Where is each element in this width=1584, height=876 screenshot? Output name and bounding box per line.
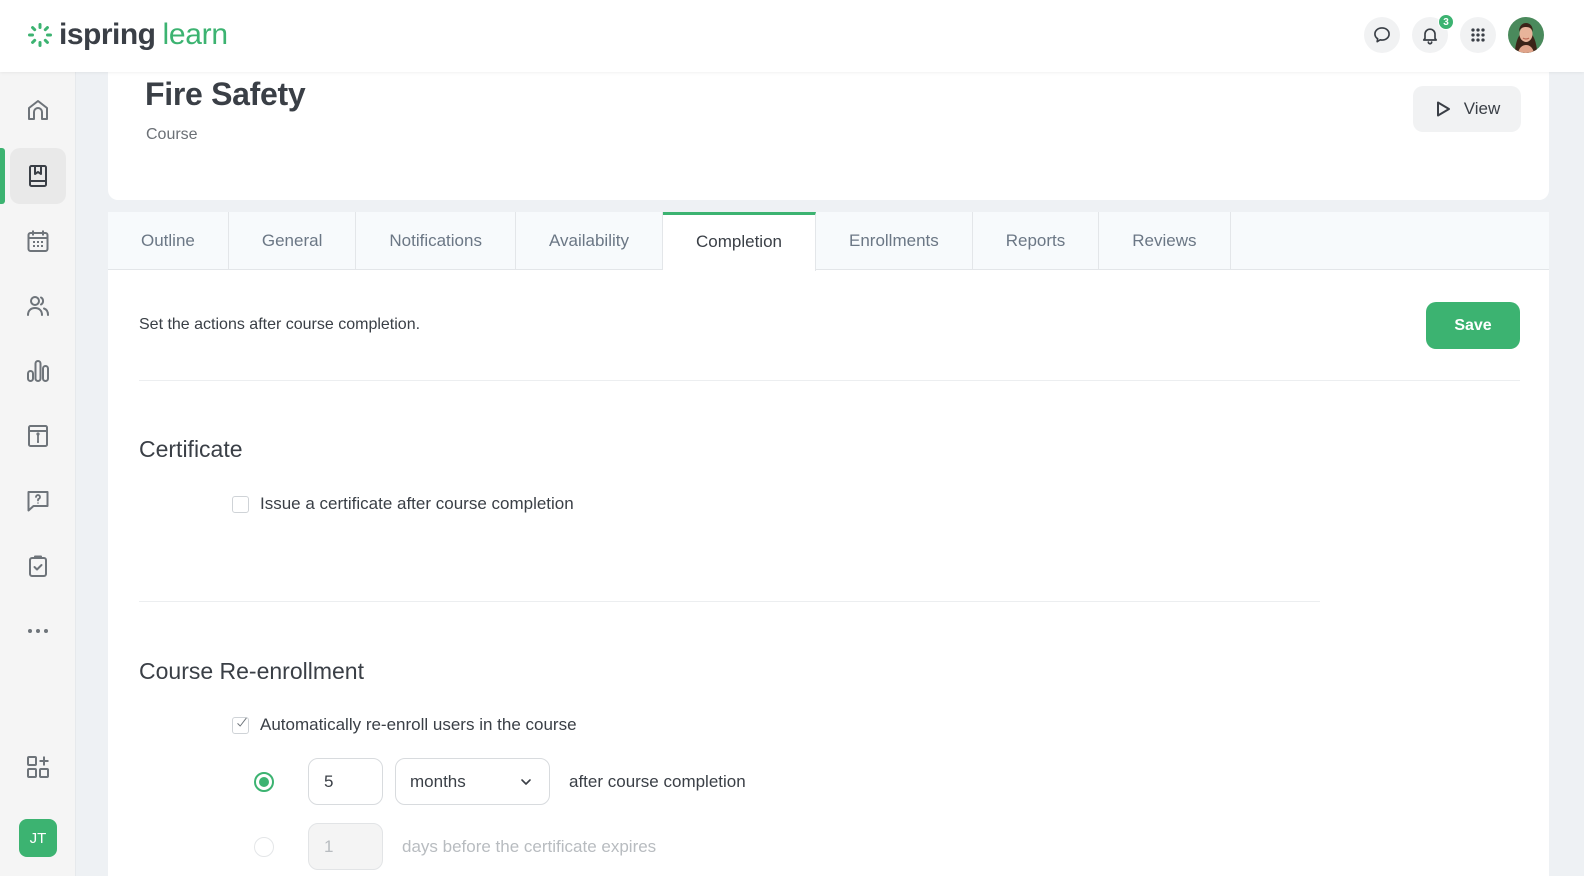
active-indicator [0, 148, 5, 204]
question-chat-icon [27, 491, 49, 512]
reenroll-unit-select[interactable]: months [395, 758, 550, 805]
certificate-section-title: Certificate [139, 436, 243, 462]
add-apps-icon [27, 756, 49, 778]
top-actions: 3 [1352, 14, 1544, 53]
reenroll-unit-value: months [410, 771, 466, 791]
sidebar-item-more[interactable] [10, 603, 66, 659]
reenroll-interval-input[interactable] [308, 758, 383, 805]
reenroll-before-expiry-label: days before the certificate expires [402, 836, 657, 856]
tab-reports[interactable]: Reports [973, 212, 1100, 270]
course-header-card: Fire Safety Course View [108, 60, 1549, 200]
bell-icon [1422, 28, 1438, 45]
divider [139, 601, 1320, 602]
reenroll-before-expiry-radio[interactable] [254, 836, 274, 857]
tab-general[interactable]: General [229, 212, 357, 270]
reenroll-after-completion-row: months after course completion [254, 758, 746, 805]
tab-completion[interactable]: Completion [662, 212, 816, 271]
notifications-count-badge: 3 [1438, 14, 1454, 30]
tab-notifications[interactable]: Notifications [356, 212, 516, 270]
view-button-label: View [1463, 99, 1501, 118]
course-tabs: Outline General Notifications Availabili… [108, 212, 1549, 271]
issue-certificate-row: Issue a certificate after course complet… [232, 494, 574, 514]
add-apps-button[interactable] [10, 739, 66, 795]
clipboard-check-icon [29, 555, 47, 577]
divider [139, 380, 1520, 381]
more-dots-icon [28, 629, 48, 633]
chat-button[interactable] [1364, 17, 1400, 53]
sidebar-item-reports[interactable] [10, 343, 66, 399]
top-bar: ispring learn 3 [0, 0, 1584, 72]
sidebar-item-calendar[interactable] [10, 213, 66, 269]
chevron-down-icon [521, 778, 531, 785]
ispring-logo-icon [28, 23, 52, 47]
play-icon [1436, 101, 1450, 117]
user-avatar[interactable] [1508, 17, 1544, 53]
notifications-button[interactable]: 3 [1412, 14, 1454, 53]
sidebar-item-assignments[interactable] [10, 538, 66, 594]
sidebar-nav: JT [0, 72, 76, 876]
grid-dots-icon [1471, 28, 1485, 42]
tab-outline[interactable]: Outline [108, 212, 229, 270]
tab-enrollments[interactable]: Enrollments [816, 212, 973, 270]
reenrollment-section-title: Course Re-enrollment [139, 658, 364, 684]
book-icon [29, 165, 47, 187]
page-scrollbar-track[interactable] [1549, 72, 1584, 876]
sidebar-item-questions[interactable] [10, 473, 66, 529]
reenroll-after-completion-radio[interactable] [254, 771, 274, 792]
view-button[interactable]: View [1413, 86, 1521, 132]
apps-menu-button[interactable] [1460, 17, 1496, 53]
save-button[interactable]: Save [1426, 302, 1520, 349]
reenroll-before-expiry-row: days before the certificate expires [254, 823, 656, 870]
auto-reenroll-checkbox[interactable] [232, 716, 249, 734]
issue-certificate-label: Issue a certificate after course complet… [260, 494, 574, 513]
user-initials-avatar[interactable]: JT [19, 819, 57, 857]
page-subtitle: Course [146, 126, 198, 143]
logo-text-primary: ispring [59, 18, 156, 51]
sidebar-item-users[interactable] [10, 278, 66, 334]
info-board-icon [28, 425, 48, 447]
completion-panel: Outline General Notifications Availabili… [108, 212, 1549, 876]
checkmark-icon [237, 717, 247, 726]
home-icon [28, 100, 48, 120]
calendar-icon [27, 230, 49, 252]
chat-bubble-icon [1374, 27, 1390, 43]
page-title: Fire Safety [145, 76, 306, 112]
tab-reviews[interactable]: Reviews [1099, 212, 1231, 270]
completion-intro-text: Set the actions after course completion. [139, 316, 421, 333]
bar-chart-icon [27, 360, 49, 382]
sidebar-item-courses[interactable] [10, 148, 66, 204]
logo[interactable]: ispring learn [27, 18, 228, 52]
issue-certificate-checkbox[interactable] [232, 495, 249, 513]
auto-reenroll-row: Automatically re-enroll users in the cou… [232, 715, 577, 735]
sidebar-item-info[interactable] [10, 408, 66, 464]
tab-availability[interactable]: Availability [516, 212, 663, 270]
logo-text-secondary: learn [162, 18, 229, 51]
auto-reenroll-label: Automatically re-enroll users in the cou… [260, 715, 577, 734]
reenroll-after-completion-label: after course completion [569, 771, 746, 791]
reenroll-days-input[interactable] [308, 823, 383, 870]
sidebar-item-home[interactable] [10, 82, 66, 138]
user-avatar-photo-icon [1508, 17, 1544, 53]
users-icon [27, 296, 49, 316]
